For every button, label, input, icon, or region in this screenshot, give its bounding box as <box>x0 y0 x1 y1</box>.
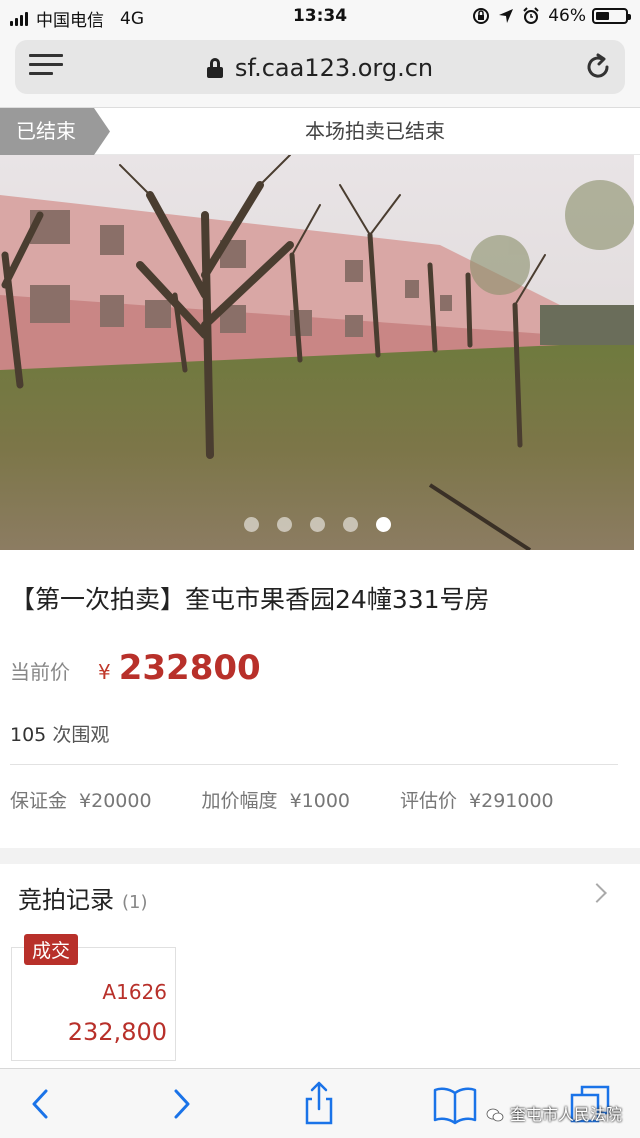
fee-row: 保证金 ¥20000 加价幅度 ¥1000 评估价 ¥291000 <box>10 786 554 813</box>
status-bar: 中国电信 4G 13:34 46% <box>0 0 640 34</box>
forward-icon[interactable] <box>156 1079 206 1129</box>
gallery-dot[interactable] <box>243 517 259 532</box>
watermark: 奎屯市人民法院 <box>486 1101 622 1125</box>
bidder-id: A1626 <box>102 980 167 1004</box>
chevron-right-icon[interactable] <box>587 883 607 903</box>
watermark-text: 奎屯市人民法院 <box>509 1105 622 1124</box>
ended-message: 本场拍卖已结束 <box>305 119 445 143</box>
url-display[interactable]: sf.caa123.org.cn <box>15 54 625 82</box>
bid-record-card[interactable]: 成交 A1626 232,800 <box>11 934 176 1061</box>
view-count-number: 105 <box>10 724 47 746</box>
view-count-suffix: 次围观 <box>52 724 110 746</box>
ended-tag: 已结束 <box>0 108 110 155</box>
increment-value: ¥1000 <box>289 790 351 812</box>
gallery-dot[interactable] <box>375 517 391 532</box>
battery-fill <box>596 12 609 20</box>
reload-icon[interactable] <box>583 52 613 82</box>
view-count: 105 次围观 <box>10 720 109 747</box>
battery-icon <box>592 8 631 24</box>
deposit-item: 保证金 ¥20000 <box>10 786 152 813</box>
price-currency: ¥ <box>98 660 111 684</box>
increment-label: 加价幅度 <box>201 790 278 812</box>
url-text: sf.caa123.org.cn <box>234 54 434 82</box>
address-bar[interactable]: sf.caa123.org.cn <box>15 40 625 94</box>
property-photo-image <box>0 155 634 550</box>
status-right: 46% <box>472 6 631 26</box>
gallery-dot[interactable] <box>309 517 325 532</box>
current-price-row: 当前价 ¥ 232800 <box>10 648 261 696</box>
bookmarks-icon[interactable] <box>430 1079 480 1129</box>
bid-records-title: 竞拍记录 <box>18 886 114 914</box>
appraisal-item: 评估价 ¥291000 <box>400 786 554 813</box>
orientation-lock-icon <box>473 8 490 24</box>
browser-toolbar: 奎屯市人民法院 <box>0 1068 640 1138</box>
price-label: 当前价 <box>10 660 70 684</box>
auction-status-banner: 已结束 本场拍卖已结束 <box>0 108 640 155</box>
lock-icon <box>206 58 223 78</box>
alarm-icon <box>523 7 539 24</box>
wechat-icon <box>486 1108 504 1122</box>
divider <box>10 764 618 765</box>
bid-records-header[interactable]: 竞拍记录 (1) <box>18 880 148 915</box>
gallery-dot[interactable] <box>276 517 292 532</box>
deposit-value: ¥20000 <box>79 790 152 812</box>
deposit-label: 保证金 <box>10 790 68 812</box>
current-price: 232800 <box>118 648 261 688</box>
lot-title: 【第一次拍卖】奎屯市果香园24幢331号房 <box>10 585 490 614</box>
appraisal-label: 评估价 <box>400 790 458 812</box>
increment-item: 加价幅度 ¥1000 <box>202 786 350 813</box>
battery-percent: 46% <box>548 6 586 26</box>
gallery-dots <box>0 517 634 536</box>
deal-badge: 成交 <box>24 934 79 965</box>
location-icon <box>499 9 514 23</box>
browser-bar: sf.caa123.org.cn <box>0 34 640 108</box>
section-gap <box>0 848 640 864</box>
property-photo[interactable] <box>0 155 634 550</box>
back-icon[interactable] <box>16 1079 66 1129</box>
bid-records-count: (1) <box>122 892 148 913</box>
appraisal-value: ¥291000 <box>469 790 554 812</box>
bid-amount: 232,800 <box>67 1018 167 1046</box>
share-icon[interactable] <box>294 1079 344 1129</box>
gallery-dot[interactable] <box>342 517 358 532</box>
